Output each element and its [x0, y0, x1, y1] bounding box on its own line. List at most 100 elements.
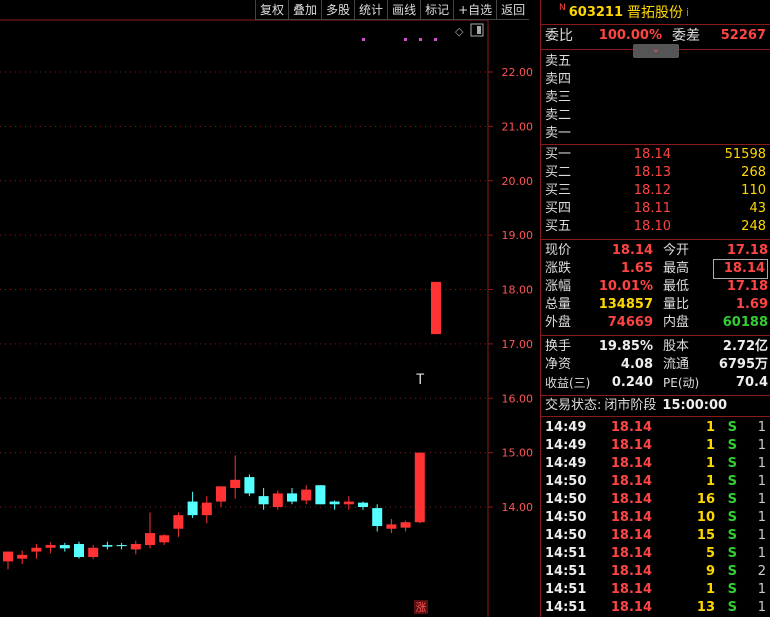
price-gridlines	[0, 71, 493, 508]
tick-count: 1	[757, 510, 766, 525]
stock-name[interactable]: 晋拓股份	[627, 2, 683, 22]
tick-row: 14:50 18.14 1 S 1	[541, 473, 770, 491]
tick-direction: S	[727, 420, 737, 435]
marker-dots	[362, 38, 437, 41]
candle-body[interactable]	[414, 452, 425, 523]
quote-value: 17.18	[726, 279, 768, 294]
sell-label: 卖四	[545, 72, 572, 87]
buy-orders: 买一 18.14 51598 买二 18.13 268 买三 18.12 110 买四 18.…	[541, 145, 770, 236]
tick-volume: 1	[705, 582, 715, 597]
price-tick-label: 14.00	[502, 501, 534, 514]
status-time: 15:00:00	[662, 398, 728, 413]
tick-volume: 9	[705, 564, 715, 579]
tick-direction: S	[727, 438, 737, 453]
quote-row: 换手 19.85% 股本 2.72亿	[541, 338, 770, 356]
overlay-button[interactable]: 叠加	[288, 0, 322, 20]
mark-button[interactable]: 标记	[420, 0, 454, 20]
tick-row: 14:49 18.14 1 S 1	[541, 419, 770, 437]
candle-body[interactable]	[45, 545, 56, 548]
candle-body[interactable]	[315, 485, 326, 505]
candle-body[interactable]	[17, 554, 28, 559]
sell-label: 卖三	[545, 90, 572, 105]
quote-value: 4.08	[620, 357, 653, 372]
tick-row: 14:50 18.14 16 S 1	[541, 491, 770, 509]
draw-line-button[interactable]: 画线	[387, 0, 421, 20]
back-button[interactable]: 返回	[496, 0, 530, 20]
quote-value: 70.4	[735, 375, 768, 390]
diamond-icon[interactable]: ◇	[455, 25, 464, 38]
candle-body[interactable]	[301, 489, 312, 501]
candle-body[interactable]	[230, 479, 241, 488]
quote-row: 收益(三) 0.240 PE(动) 70.4	[541, 374, 770, 392]
candle-body[interactable]	[329, 501, 340, 505]
candle-body[interactable]	[431, 281, 441, 335]
tick-list[interactable]: 14:49 18.14 1 S 1 14:49 18.14 1 S 1 14:49 18.14 1 S…	[541, 417, 770, 617]
candle-body[interactable]	[159, 535, 170, 543]
tick-time: 14:49	[545, 456, 587, 471]
tick-direction: S	[727, 528, 737, 543]
candle-body[interactable]	[31, 547, 42, 552]
candle-body[interactable]	[102, 545, 113, 547]
quote-value: 74669	[607, 315, 653, 330]
candles	[3, 281, 441, 570]
buy-label: 买一	[545, 147, 572, 162]
tick-price: 18.14	[610, 546, 652, 561]
quote-panel: N 603211 晋拓股份 i 委比 100.00% 委差 52267 ⌄ 卖五…	[540, 0, 770, 617]
quote-label: 最高	[663, 261, 690, 276]
candle-body[interactable]	[116, 545, 127, 547]
candle-body[interactable]	[372, 508, 383, 527]
candle-body[interactable]	[88, 547, 99, 558]
quote-label: PE(动)	[663, 376, 700, 390]
candle-body[interactable]	[3, 551, 13, 562]
tick-time: 14:50	[545, 510, 587, 525]
quote-row: 总量 134857 量比 1.69	[541, 296, 770, 314]
candle-body[interactable]	[400, 522, 411, 528]
marker-dot	[404, 38, 407, 41]
marker-dot	[434, 38, 437, 41]
tick-count: 1	[757, 600, 766, 615]
candle-body[interactable]	[258, 496, 269, 505]
tick-direction: S	[727, 474, 737, 489]
candle-body[interactable]	[173, 515, 184, 529]
info-icon[interactable]: i	[686, 6, 689, 19]
candle-body[interactable]	[244, 477, 255, 494]
candle-body[interactable]	[358, 502, 368, 507]
tick-time: 14:50	[545, 528, 587, 543]
tick-price: 18.14	[610, 582, 652, 597]
quote-value: 134857	[598, 297, 653, 312]
candle-body[interactable]	[130, 543, 141, 550]
tick-direction: S	[727, 510, 737, 525]
candle-body[interactable]	[201, 502, 212, 516]
candle-body[interactable]	[272, 493, 283, 507]
quote-label: 现价	[545, 243, 572, 258]
tick-time: 14:49	[545, 420, 587, 435]
tick-price: 18.14	[610, 564, 652, 579]
quote-row: 现价 18.14 今开 17.18	[541, 242, 770, 260]
tick-row: 14:50 18.14 15 S 1	[541, 527, 770, 545]
candle-body[interactable]	[59, 545, 70, 549]
quote-value: 1.69	[735, 297, 768, 312]
candle-body[interactable]	[386, 524, 397, 529]
statistics-button[interactable]: 统计	[354, 0, 388, 20]
candle-body[interactable]	[145, 533, 155, 546]
quote-label: 今开	[663, 243, 690, 258]
sell-level-1: 卖一	[541, 125, 770, 143]
candle-body[interactable]	[343, 501, 354, 505]
tick-time: 14:51	[545, 600, 587, 615]
kline-chart[interactable]: 22.00 21.00 20.00 19.00 18.00 17.00 16.00 15.00…	[0, 0, 540, 617]
buy-price: 18.10	[633, 219, 671, 234]
fuquan-button[interactable]: 复权	[255, 0, 289, 20]
buy-vol: 43	[749, 201, 766, 216]
multi-stock-button[interactable]: 多股	[321, 0, 355, 20]
buy-label: 买三	[545, 183, 572, 198]
quote-label: 最低	[663, 279, 690, 294]
marker-dot	[419, 38, 422, 41]
collapse-orderbook-button[interactable]: ⌄	[633, 44, 679, 58]
tick-direction: S	[727, 600, 737, 615]
candle-body[interactable]	[287, 493, 297, 502]
candle-body[interactable]	[187, 501, 198, 516]
candle-body[interactable]	[216, 486, 226, 502]
add-watchlist-button[interactable]: +自选	[453, 0, 497, 20]
candle-body[interactable]	[74, 543, 84, 558]
tick-volume: 13	[696, 600, 715, 615]
